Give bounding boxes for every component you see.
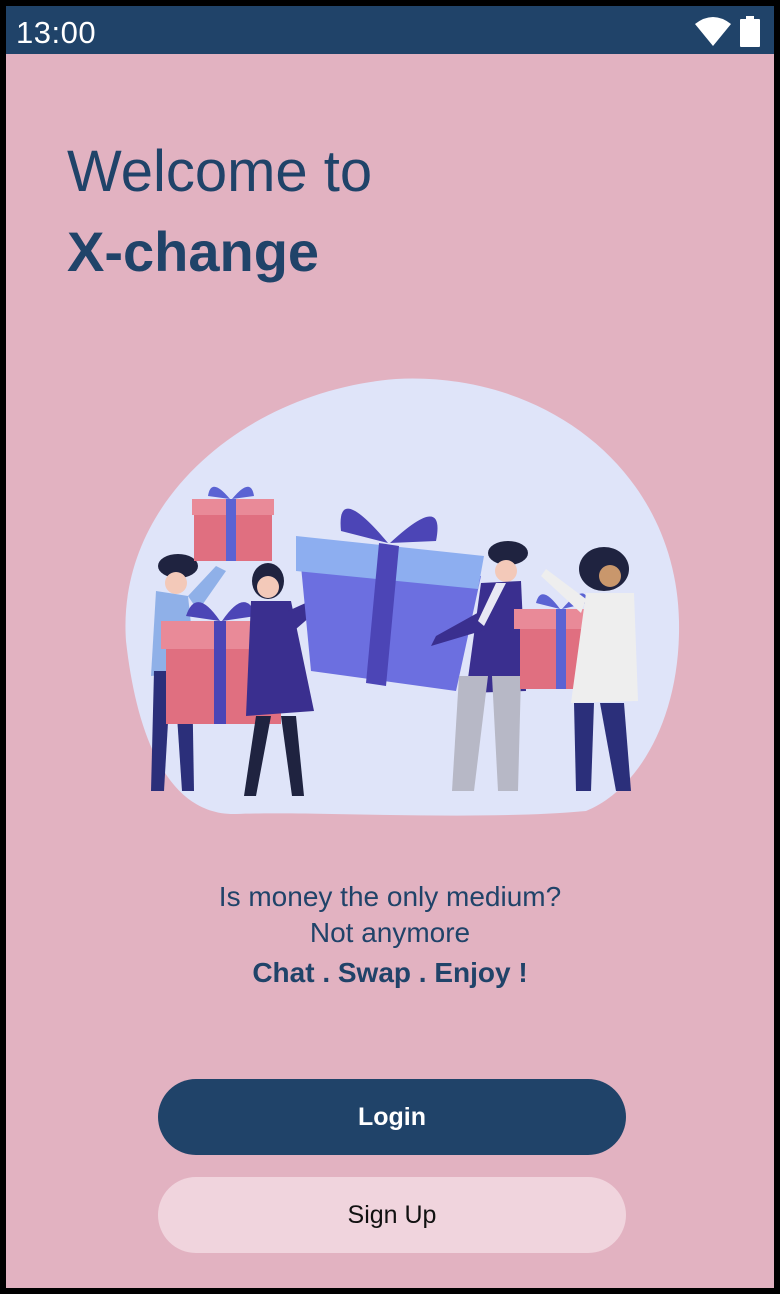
status-time: 13:00 [16, 15, 97, 50]
welcome-screen: 13:00 Welcome to X-change Is money the o… [6, 6, 774, 1288]
app-name: X-change [67, 220, 320, 283]
signup-button[interactable]: Sign Up [158, 1177, 626, 1253]
tagline-question: Is money the only medium? [218, 881, 562, 912]
people-exchanging-gifts-illustration [125, 378, 680, 816]
tagline-slogan: Chat . Swap . Enjoy ! [252, 957, 528, 988]
tagline-answer: Not anymore [309, 917, 471, 948]
login-button[interactable]: Login [158, 1079, 626, 1155]
battery-icon [740, 16, 760, 47]
welcome-heading: Welcome to [67, 139, 373, 204]
wifi-icon [695, 17, 731, 46]
status-bar: 13:00 [6, 6, 774, 54]
